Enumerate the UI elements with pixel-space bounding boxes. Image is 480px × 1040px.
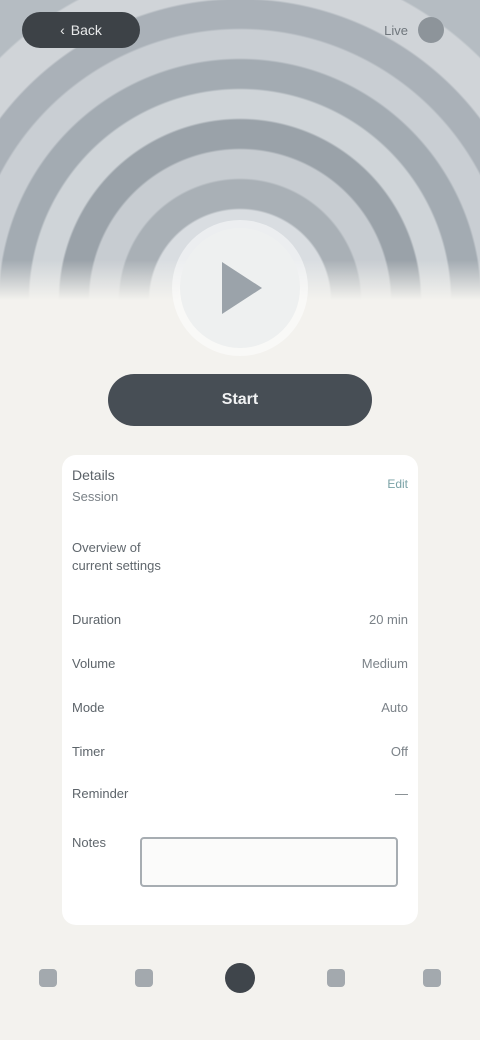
row-reminder[interactable]: Reminder — <box>72 777 408 809</box>
bottom-tab-bar <box>0 940 480 1020</box>
tab-profile[interactable] <box>404 952 460 1008</box>
row-mode[interactable]: Mode Auto <box>72 691 408 723</box>
back-icon: ‹ <box>60 22 65 38</box>
tab-search[interactable] <box>116 952 172 1008</box>
status-text: Live <box>384 22 408 38</box>
edit-link[interactable]: Edit <box>387 477 408 491</box>
back-button[interactable]: ‹ Back <box>22 12 140 48</box>
row-duration[interactable]: Duration 20 min <box>72 603 408 635</box>
player-icon <box>225 963 255 993</box>
notes-input[interactable] <box>140 837 398 887</box>
row-label: Timer <box>72 743 105 759</box>
row-value: 20 min <box>368 611 408 627</box>
row-label: Volume <box>72 655 116 671</box>
play-button[interactable] <box>180 228 300 348</box>
row-value: Off <box>390 743 408 759</box>
back-label: Back <box>70 22 102 38</box>
row-value: — <box>395 785 408 801</box>
row-value: Medium <box>361 655 408 671</box>
card-subtitle: Session <box>72 489 119 504</box>
row-volume[interactable]: Volume Medium <box>72 647 408 679</box>
profile-icon <box>423 969 441 987</box>
tab-player[interactable] <box>212 952 268 1008</box>
details-card: Details Session Edit Overview of current… <box>62 455 418 925</box>
row-label: Reminder <box>72 785 129 801</box>
row-value: Auto <box>381 699 408 715</box>
play-icon <box>222 262 262 314</box>
row-timer[interactable]: Timer Off <box>72 735 408 767</box>
search-icon <box>135 969 153 987</box>
row-label: Duration <box>72 611 122 627</box>
card-header: Details Session Edit Overview of current… <box>72 467 408 587</box>
start-button[interactable]: Start <box>108 374 372 426</box>
card-title: Details <box>72 467 115 483</box>
row-label: Mode <box>72 699 105 715</box>
notes-label: Notes <box>72 835 106 850</box>
card-description: Overview of current settings <box>72 540 161 573</box>
status-area: Live <box>384 14 444 46</box>
tab-home[interactable] <box>20 952 76 1008</box>
tab-library[interactable] <box>308 952 364 1008</box>
home-icon <box>39 969 57 987</box>
library-icon <box>327 969 345 987</box>
menu-icon[interactable] <box>418 17 444 43</box>
